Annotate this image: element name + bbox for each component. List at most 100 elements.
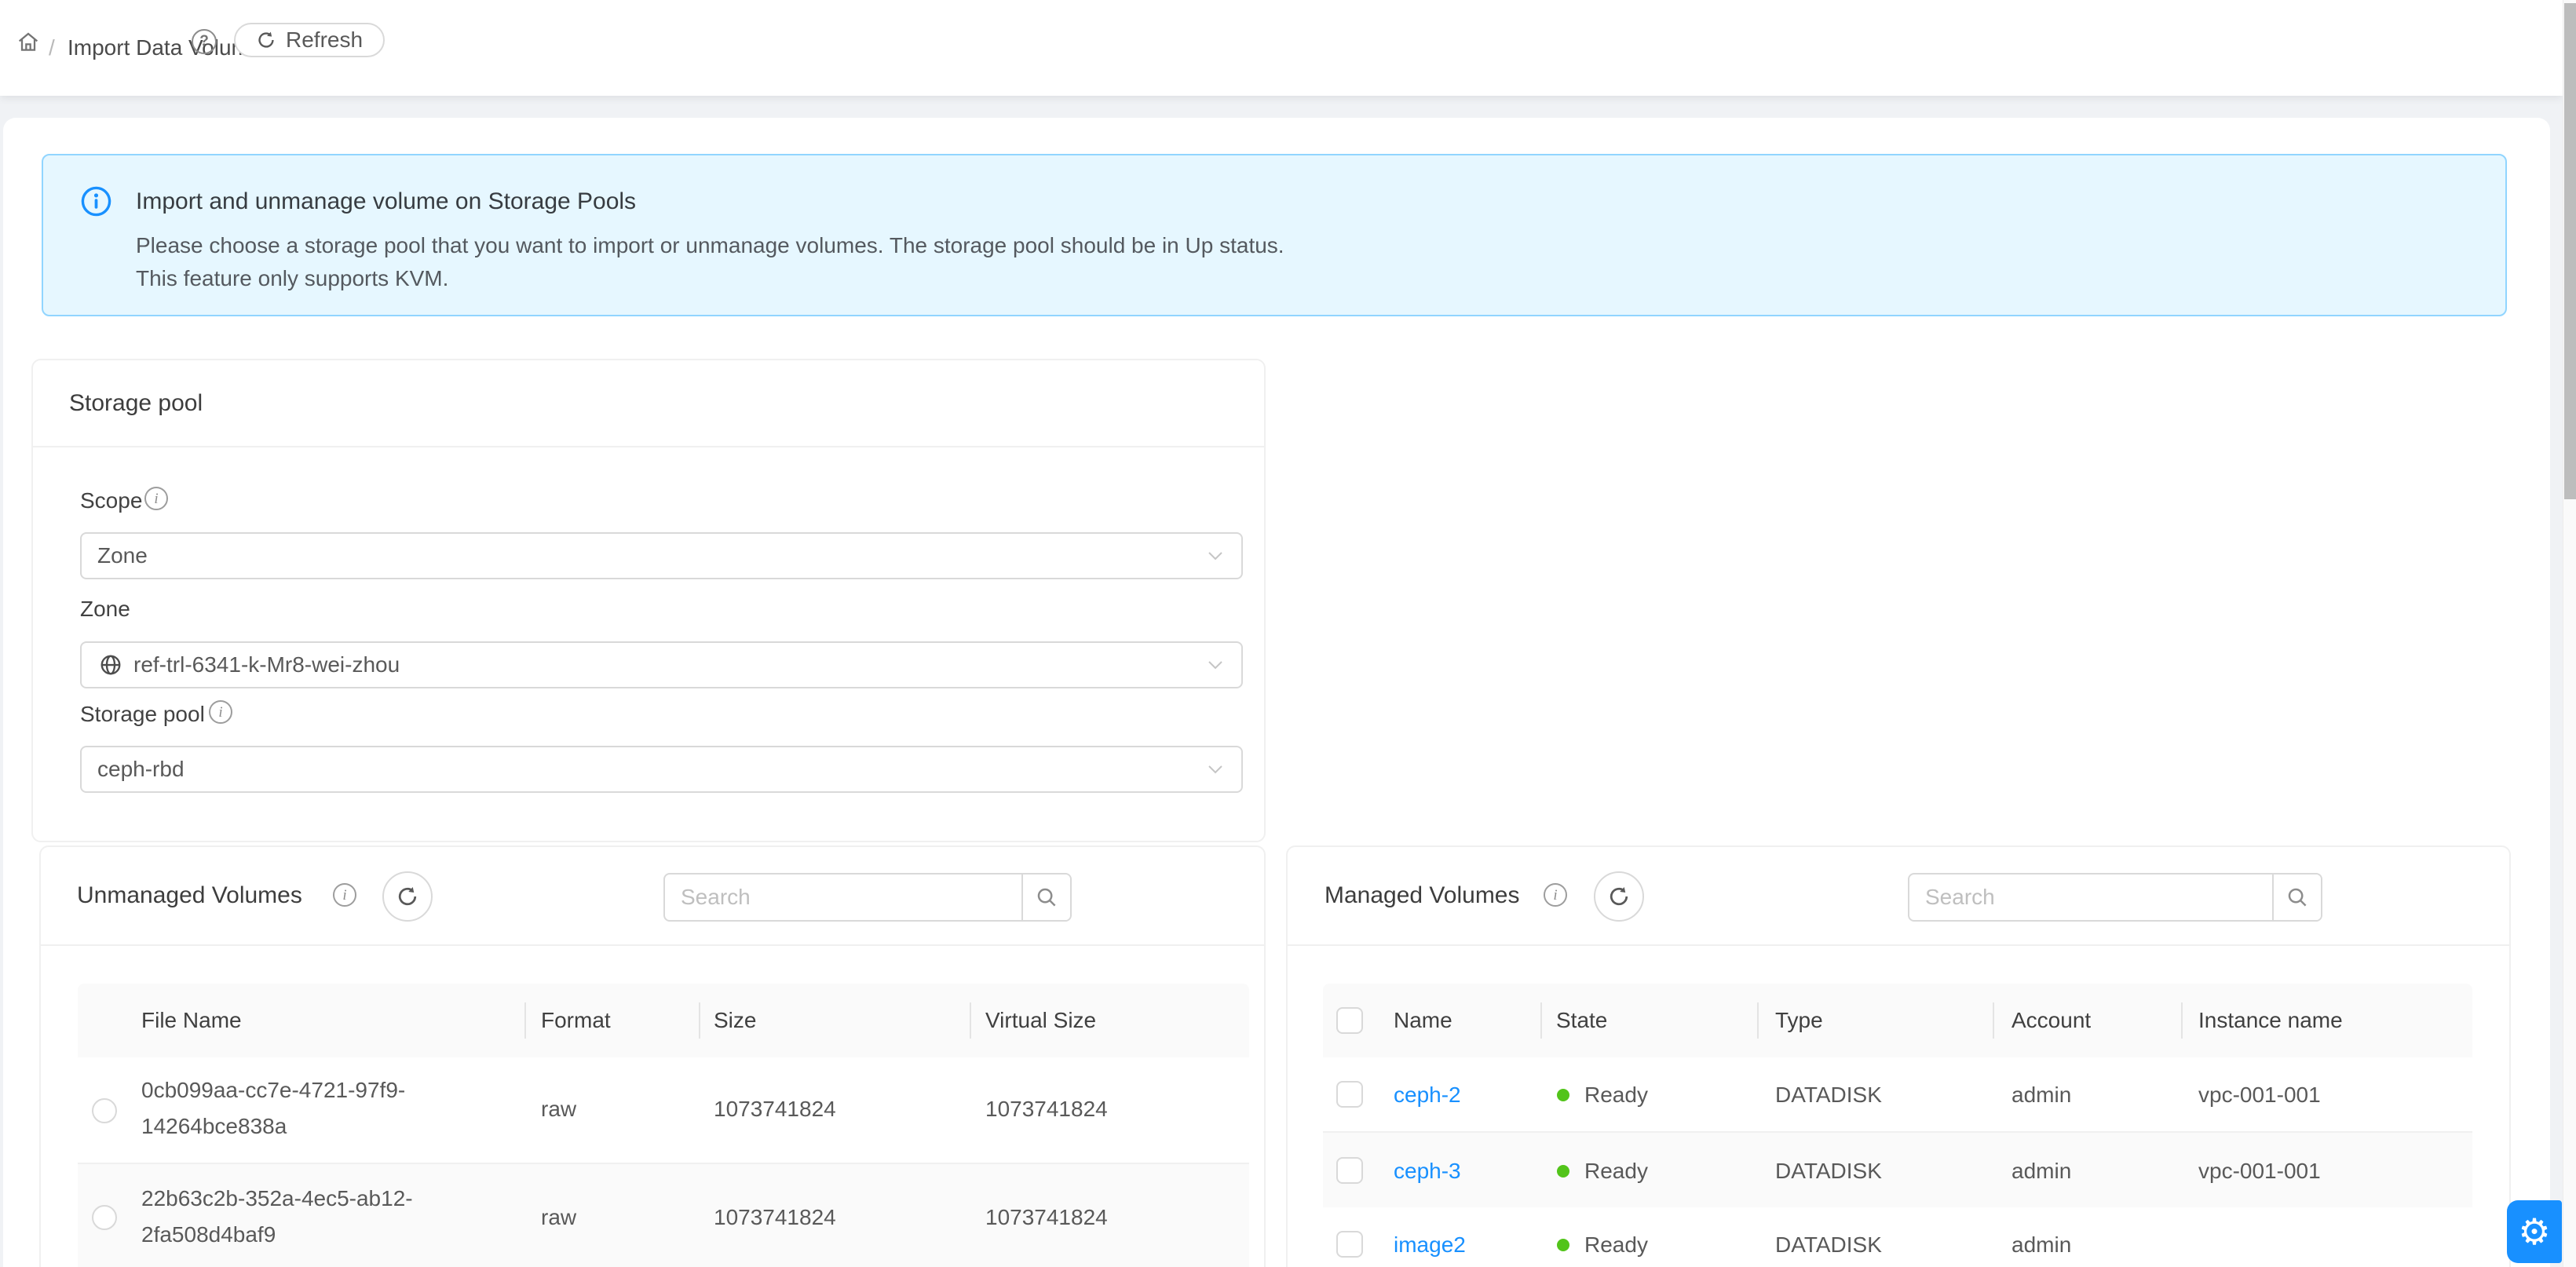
scope-label: Scope bbox=[80, 488, 142, 513]
row-checkbox[interactable] bbox=[1336, 1157, 1363, 1184]
state-cell: Ready bbox=[1584, 1159, 1648, 1184]
unmanaged-search-input[interactable] bbox=[665, 874, 1021, 920]
type-cell: DATADISK bbox=[1775, 1083, 1882, 1108]
unmanaged-reload-button[interactable] bbox=[382, 871, 433, 922]
chevron-down-icon bbox=[1207, 550, 1224, 566]
status-dot bbox=[1557, 1239, 1569, 1251]
managed-reload-button[interactable] bbox=[1594, 871, 1644, 922]
file-name-line1: 0cb099aa-cc7e-4721-97f9- bbox=[141, 1078, 405, 1103]
globe-icon bbox=[99, 653, 122, 681]
row-radio[interactable] bbox=[92, 1098, 117, 1123]
virtual-size-cell: 1073741824 bbox=[985, 1097, 1108, 1122]
column-header: State bbox=[1556, 1008, 1607, 1033]
type-cell: DATADISK bbox=[1775, 1232, 1882, 1258]
select-all-checkbox[interactable] bbox=[1336, 1007, 1363, 1034]
card-header-divider bbox=[33, 446, 1264, 447]
column-header: Type bbox=[1775, 1008, 1823, 1033]
refresh-label: Refresh bbox=[286, 27, 363, 53]
column-separator bbox=[524, 1002, 526, 1039]
row-checkbox[interactable] bbox=[1336, 1231, 1363, 1258]
column-header: Account bbox=[2011, 1008, 2091, 1033]
pool-info-icon[interactable]: i bbox=[209, 700, 232, 724]
chevron-down-icon bbox=[1207, 659, 1224, 675]
format-cell: raw bbox=[541, 1097, 576, 1122]
instance-cell: vpc-001-001 bbox=[2198, 1159, 2321, 1184]
table-row: 22b63c2b-352a-4ec5-ab12- 2fa508d4baf9 ra… bbox=[78, 1164, 1249, 1267]
column-header: Virtual Size bbox=[985, 1008, 1096, 1033]
managed-info-icon[interactable]: i bbox=[1544, 883, 1567, 907]
file-name-line2: 14264bce838a bbox=[141, 1114, 287, 1139]
column-separator bbox=[699, 1002, 700, 1039]
file-name-line1: 22b63c2b-352a-4ec5-ab12- bbox=[141, 1186, 413, 1211]
table-row: ceph-3 Ready DATADISK admin vpc-001-001 bbox=[1323, 1133, 2472, 1207]
zone-select-value: ref-trl-6341-k-Mr8-wei-zhou bbox=[133, 643, 400, 687]
column-separator bbox=[1993, 1002, 1994, 1039]
row-checkbox[interactable] bbox=[1336, 1081, 1363, 1108]
virtual-size-cell: 1073741824 bbox=[985, 1205, 1108, 1230]
managed-search-button[interactable] bbox=[2272, 874, 2321, 920]
info-circle-icon bbox=[80, 185, 112, 221]
alert-description-line2: This feature only supports KVM. bbox=[136, 266, 448, 291]
type-cell: DATADISK bbox=[1775, 1159, 1882, 1184]
volume-name-link[interactable]: image2 bbox=[1394, 1232, 1466, 1258]
table-row: image2 Ready DATADISK admin bbox=[1323, 1209, 2472, 1267]
size-cell: 1073741824 bbox=[714, 1097, 836, 1122]
status-dot bbox=[1557, 1089, 1569, 1101]
scope-select-value: Zone bbox=[97, 543, 148, 568]
managed-title: Managed Volumes bbox=[1325, 882, 1520, 909]
table-row: 0cb099aa-cc7e-4721-97f9- 14264bce838a ra… bbox=[78, 1057, 1249, 1163]
table-row: ceph-2 Ready DATADISK admin vpc-001-001 bbox=[1323, 1057, 2472, 1131]
row-radio[interactable] bbox=[92, 1205, 117, 1230]
help-icon[interactable]: ? bbox=[192, 29, 217, 54]
unmanaged-title: Unmanaged Volumes bbox=[77, 882, 302, 909]
gear-icon: ⚙ bbox=[2518, 1210, 2550, 1253]
card-header-divider bbox=[41, 944, 1264, 946]
scrollbar-thumb[interactable] bbox=[2564, 3, 2576, 499]
size-cell: 1073741824 bbox=[714, 1205, 836, 1230]
pool-select-value: ceph-rbd bbox=[97, 757, 185, 781]
storage-pool-card-title: Storage pool bbox=[69, 390, 203, 417]
instance-cell: vpc-001-001 bbox=[2198, 1083, 2321, 1108]
pool-label: Storage pool bbox=[80, 702, 205, 727]
zone-select[interactable]: ref-trl-6341-k-Mr8-wei-zhou bbox=[80, 641, 1243, 688]
home-icon[interactable] bbox=[16, 29, 41, 58]
column-separator bbox=[970, 1002, 971, 1039]
column-separator bbox=[1540, 1002, 1542, 1039]
state-cell: Ready bbox=[1584, 1232, 1648, 1258]
account-cell: admin bbox=[2011, 1232, 2071, 1258]
chevron-down-icon bbox=[1207, 763, 1224, 780]
scope-select[interactable]: Zone bbox=[80, 532, 1243, 579]
column-separator bbox=[1757, 1002, 1759, 1039]
column-separator bbox=[2181, 1002, 2183, 1039]
alert-description-line1: Please choose a storage pool that you wa… bbox=[136, 233, 1284, 258]
refresh-button[interactable]: Refresh bbox=[234, 23, 385, 57]
vertical-scrollbar[interactable] bbox=[2563, 0, 2576, 1267]
status-dot bbox=[1557, 1165, 1569, 1178]
settings-fab[interactable]: ⚙ bbox=[2507, 1200, 2562, 1263]
column-header: Size bbox=[714, 1008, 756, 1033]
scope-info-icon[interactable]: i bbox=[144, 487, 168, 510]
pool-select[interactable]: ceph-rbd bbox=[80, 746, 1243, 793]
screen: / Import Data Volumes ? Refresh Import a… bbox=[0, 0, 2576, 1267]
managed-search bbox=[1908, 873, 2322, 922]
breadcrumb-separator: / bbox=[49, 0, 55, 96]
volume-name-link[interactable]: ceph-3 bbox=[1394, 1159, 1461, 1184]
reload-icon bbox=[256, 30, 276, 50]
managed-search-input[interactable] bbox=[1909, 874, 2272, 920]
format-cell: raw bbox=[541, 1205, 576, 1230]
zone-label: Zone bbox=[80, 597, 130, 622]
account-cell: admin bbox=[2011, 1083, 2071, 1108]
volume-name-link[interactable]: ceph-2 bbox=[1394, 1083, 1461, 1108]
account-cell: admin bbox=[2011, 1159, 2071, 1184]
alert-title: Import and unmanage volume on Storage Po… bbox=[136, 188, 636, 215]
column-header: File Name bbox=[141, 1008, 242, 1033]
unmanaged-search bbox=[663, 873, 1072, 922]
unmanaged-search-button[interactable] bbox=[1021, 874, 1070, 920]
column-header: Name bbox=[1394, 1008, 1452, 1033]
column-header: Format bbox=[541, 1008, 611, 1033]
topbar: / Import Data Volumes ? Refresh bbox=[0, 0, 2563, 96]
unmanaged-info-icon[interactable]: i bbox=[333, 883, 356, 907]
file-name-line2: 2fa508d4baf9 bbox=[141, 1222, 276, 1247]
state-cell: Ready bbox=[1584, 1083, 1648, 1108]
card-header-divider bbox=[1288, 944, 2509, 946]
